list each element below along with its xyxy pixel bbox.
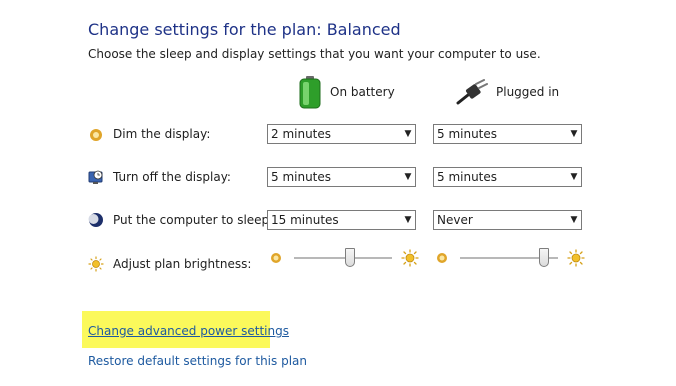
brightness-on-battery-thumb[interactable]: [345, 248, 356, 267]
battery-icon: [299, 76, 321, 109]
page-title: Change settings for the plan: Balanced: [88, 20, 401, 39]
page-subtitle: Choose the sleep and display settings th…: [88, 47, 541, 61]
sleep-on-battery-value: 15 minutes: [271, 213, 339, 227]
sleep-label: Put the computer to sleep:: [113, 213, 274, 227]
chevron-down-icon: ▼: [570, 172, 578, 182]
turn-off-display-plugged-in-select[interactable]: 5 minutes ▼: [433, 167, 582, 187]
chevron-down-icon: ▼: [404, 215, 412, 225]
brightness-on-battery-slider[interactable]: [294, 248, 392, 268]
dim-display-label: Dim the display:: [113, 127, 211, 141]
chevron-down-icon: ▼: [570, 129, 578, 139]
column-label-plugged-in: Plugged in: [496, 85, 560, 99]
chevron-down-icon: ▼: [404, 129, 412, 139]
dim-display-on-battery-select[interactable]: 2 minutes ▼: [267, 124, 416, 144]
brightness-label: Adjust plan brightness:: [113, 257, 252, 271]
sleep-on-battery-select[interactable]: 15 minutes ▼: [267, 210, 416, 230]
restore-default-settings-link[interactable]: Restore default settings for this plan: [88, 354, 307, 368]
turn-off-display-on-battery-value: 5 minutes: [271, 170, 332, 184]
brightness-plugged-in-thumb[interactable]: [539, 248, 550, 267]
dim-display-plugged-in-select[interactable]: 5 minutes ▼: [433, 124, 582, 144]
dim-sun-icon: [437, 253, 447, 263]
power-plug-icon: [456, 79, 488, 105]
sleep-plugged-in-select[interactable]: Never ▼: [433, 210, 582, 230]
brightness-plugged-in-slider[interactable]: [460, 248, 558, 268]
turn-off-display-label: Turn off the display:: [113, 170, 231, 184]
chevron-down-icon: ▼: [404, 172, 412, 182]
dim-display-plugged-in-value: 5 minutes: [437, 127, 498, 141]
dim-sun-icon: [271, 253, 281, 263]
column-label-on-battery: On battery: [330, 85, 395, 99]
sleep-moon-icon: [88, 213, 103, 227]
monitor-clock-icon: [88, 170, 103, 184]
brightness-sun-icon: [88, 256, 104, 272]
column-header-plugged-in: Plugged in: [456, 74, 559, 110]
slider-track: [294, 257, 392, 260]
chevron-down-icon: ▼: [570, 215, 578, 225]
turn-off-display-plugged-in-value: 5 minutes: [437, 170, 498, 184]
bright-sun-icon: [401, 249, 419, 267]
sleep-plugged-in-value: Never: [437, 213, 473, 227]
bright-sun-icon: [567, 249, 585, 267]
change-advanced-power-settings-link[interactable]: Change advanced power settings: [88, 324, 289, 338]
column-header-on-battery: On battery: [298, 74, 395, 110]
dim-display-icon: [90, 129, 102, 141]
turn-off-display-on-battery-select[interactable]: 5 minutes ▼: [267, 167, 416, 187]
dim-display-on-battery-value: 2 minutes: [271, 127, 332, 141]
